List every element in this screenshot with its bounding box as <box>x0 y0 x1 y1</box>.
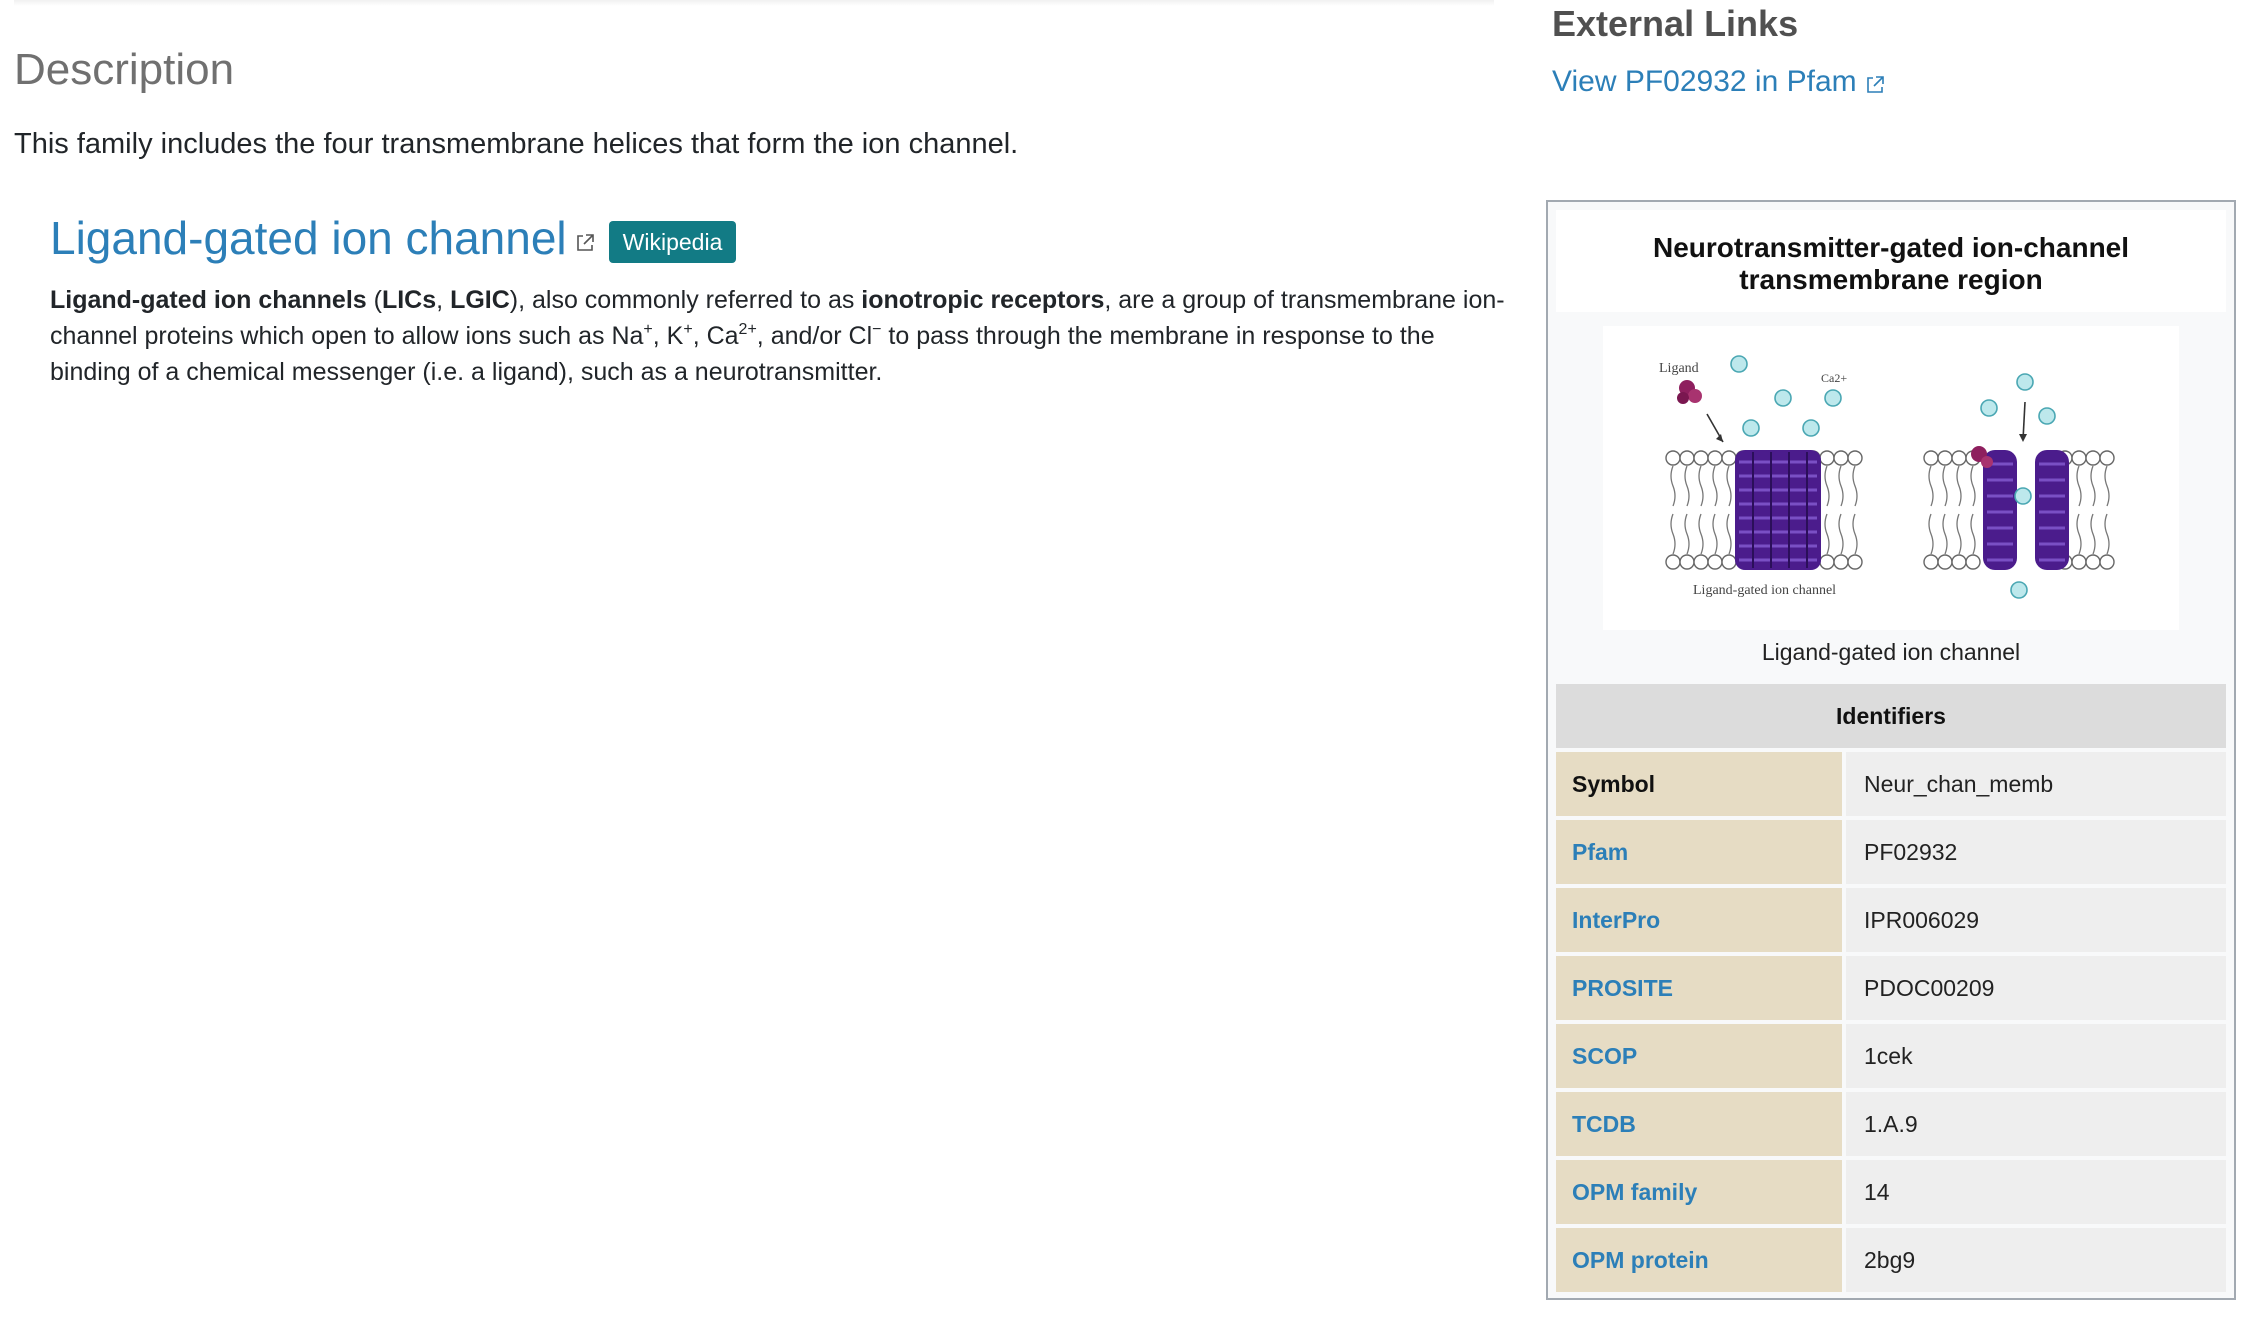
ca-label: Ca2+ <box>1821 371 1847 385</box>
top-divider <box>14 0 1494 6</box>
identifiers-header: Identifiers <box>1556 684 2226 748</box>
pfam-link[interactable]: View PF02932 in Pfam <box>1552 62 2252 102</box>
term-ionotropic: ionotropic receptors <box>861 286 1105 314</box>
term-lics: LICs <box>381 286 437 314</box>
wikipedia-badge[interactable]: Wikipedia <box>608 221 737 263</box>
infobox-row: Pfam PF02932 <box>1556 820 2226 884</box>
text-fragment: ), also commonly referred to as <box>509 286 862 314</box>
infobox-row: Symbol Neur_chan_memb <box>1556 752 2226 816</box>
description-text: This family includes the four transmembr… <box>14 128 1019 160</box>
ions-left <box>1730 355 1842 437</box>
pfam-link-label[interactable]: View PF02932 in Pfam <box>1552 62 1857 102</box>
wikipedia-summary: Ligand-gated ion channels (LICs, LGIC), … <box>50 282 1510 390</box>
superscript: + <box>683 321 693 338</box>
superscript: 2+ <box>738 321 757 338</box>
ligand-left <box>1677 380 1724 443</box>
membrane-right <box>1923 450 2115 570</box>
row-key-symbol: Symbol <box>1556 752 1842 816</box>
external-link-icon[interactable] <box>575 233 595 253</box>
text-fragment: , Ca <box>692 322 739 350</box>
text-fragment: ( <box>366 286 382 314</box>
infobox-row: OPM family 14 <box>1556 1160 2226 1224</box>
row-value-opm-family: 14 <box>1846 1160 2226 1224</box>
infobox-title: Neurotransmitter-gated ion-channel trans… <box>1556 210 2226 312</box>
channel-closed <box>1735 450 1821 570</box>
row-key-tcdb[interactable]: TCDB <box>1556 1092 1842 1156</box>
external-link-icon[interactable] <box>1865 75 1885 95</box>
row-value-opm-protein: 2bg9 <box>1846 1228 2226 1292</box>
row-key-pfam[interactable]: Pfam <box>1556 820 1842 884</box>
row-key-scop[interactable]: SCOP <box>1556 1024 1842 1088</box>
row-value-pfam: PF02932 <box>1846 820 2226 884</box>
row-value-interpro: IPR006029 <box>1846 888 2226 952</box>
infobox-image-wrap: Ligand Ca2+ Ligand-gated ion channel Lig… <box>1556 312 2226 678</box>
row-value-tcdb: 1.A.9 <box>1846 1092 2226 1156</box>
wikipedia-title-link[interactable]: Ligand-gated ion channel <box>50 208 567 268</box>
infobox-row: InterPro IPR006029 <box>1556 888 2226 952</box>
row-value-prosite: PDOC00209 <box>1846 956 2226 1020</box>
infobox-row: SCOP 1cek <box>1556 1024 2226 1088</box>
text-fragment: , <box>436 286 451 314</box>
wikipedia-section: Ligand-gated ion channel Wikipedia Ligan… <box>50 208 1505 390</box>
main-content: Description This family includes the fou… <box>14 40 1505 390</box>
row-key-opm-family[interactable]: OPM family <box>1556 1160 1842 1224</box>
description-title: Description <box>14 45 235 94</box>
external-links-title: External Links <box>1552 3 1799 44</box>
row-key-opm-protein[interactable]: OPM protein <box>1556 1228 1842 1292</box>
wikipedia-header: Ligand-gated ion channel Wikipedia <box>50 208 1504 268</box>
infobox-row: PROSITE PDOC00209 <box>1556 956 2226 1020</box>
ion-channel-diagram[interactable]: Ligand Ca2+ Ligand-gated ion channel <box>1603 326 2179 630</box>
row-value-symbol: Neur_chan_memb <box>1846 752 2226 816</box>
channel-open <box>1971 446 2069 570</box>
infobox-row: OPM protein 2bg9 <box>1556 1228 2226 1292</box>
ligand-label: Ligand <box>1659 361 1699 376</box>
superscript: + <box>643 321 653 338</box>
infobox-image-caption: Ligand-gated ion channel <box>1761 639 2021 665</box>
term-lic: Ligand-gated ion channels <box>50 286 367 314</box>
text-fragment: , K <box>652 322 684 350</box>
term-lgic: LGIC <box>450 286 510 314</box>
diagram-channel-label: Ligand-gated ion channel <box>1693 583 1836 598</box>
ion-arrowhead <box>2019 434 2027 442</box>
row-key-prosite[interactable]: PROSITE <box>1556 956 1842 1020</box>
row-value-scop: 1cek <box>1846 1024 2226 1088</box>
infobox-row: TCDB 1.A.9 <box>1556 1092 2226 1156</box>
external-links-section: External Links View PF02932 in Pfam <box>1552 0 2252 102</box>
infobox: Neurotransmitter-gated ion-channel trans… <box>1546 200 2236 1300</box>
row-key-interpro[interactable]: InterPro <box>1556 888 1842 952</box>
text-fragment: , and/or Cl <box>756 322 873 350</box>
